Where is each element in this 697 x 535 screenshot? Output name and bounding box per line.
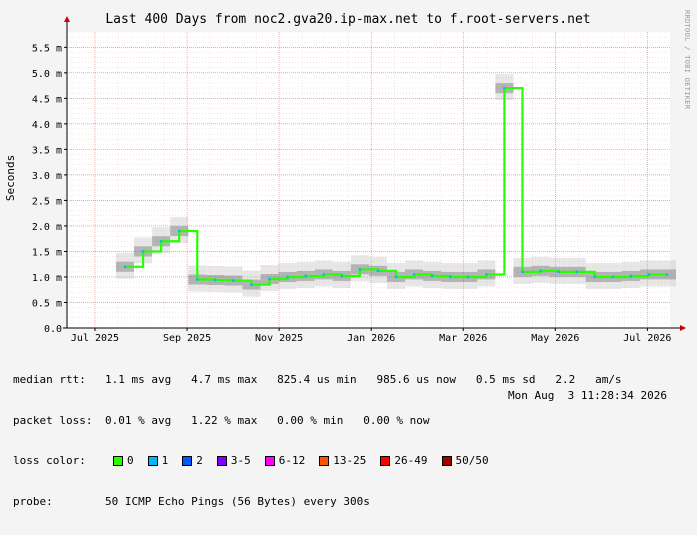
median-point [214, 278, 217, 282]
y-tick-label: 2.0 m [32, 222, 62, 233]
y-tick-labels: 0.0 0.5 m 1.0 m 1.5 m 2.0 m 2.5 m 3.0 m 3.5 m 4.… [32, 43, 67, 335]
latency-chart: Last 400 Days from noc2.gva20.ip-max.net… [4, 12, 686, 344]
median-rtt-row: median rtt: 1.1 ms avg 4.7 ms max 825.4 u… [13, 373, 622, 387]
median-point [485, 273, 488, 276]
y-axis-label: Seconds [4, 155, 17, 201]
median-point [557, 270, 560, 274]
loss-color-swatch [216, 455, 227, 466]
median-point [141, 250, 145, 253]
x-tick-label: Mar 2026 [439, 333, 487, 344]
loss-color-swatch [182, 455, 193, 466]
median-point [647, 273, 651, 276]
median-point [286, 275, 289, 279]
median-point [593, 275, 597, 279]
median-rtt-values: 1.1 ms avg 4.7 ms max 825.4 us min 985.6… [105, 373, 622, 386]
loss-color-swatch [319, 455, 330, 466]
loss-color-label: loss color: [13, 454, 86, 467]
loss-color-swatch-label: 0 [127, 454, 134, 467]
median-point [611, 275, 615, 279]
loss-color-swatch-label: 13-25 [333, 454, 367, 467]
median-point [665, 273, 669, 276]
rrdtool-watermark: RRDTOOL / TOBI OETIKER [683, 10, 691, 110]
median-point [304, 274, 307, 278]
loss-color-swatch [264, 455, 275, 466]
loss-color-row: loss color: 0 1 2 3-5 6-12 13-25 26-49 50/50 [13, 454, 622, 468]
loss-color-swatch [380, 455, 391, 466]
loss-color-swatch-label: 3-5 [230, 454, 251, 467]
y-tick-label: 1.0 m [32, 273, 62, 284]
y-tick-label: 3.0 m [32, 171, 62, 182]
y-tick-label: 5.0 m [32, 69, 62, 80]
median-point [430, 274, 434, 278]
y-axis-arrow [64, 16, 70, 22]
y-tick-label: 2.5 m [32, 196, 62, 207]
y-tick-label: 1.5 m [32, 247, 62, 258]
loss-color-swatch [113, 455, 123, 466]
y-tick-label: 5.5 m [32, 43, 62, 54]
x-axis-arrow [680, 325, 686, 331]
median-point [503, 86, 506, 90]
loss-color-swatch-label: 2 [196, 454, 203, 467]
packet-loss-label: packet loss: [13, 413, 93, 427]
packet-loss-row: packet loss: 0.01 % avg 1.22 % max 0.00 %… [13, 414, 622, 428]
loss-color-swatch [147, 455, 158, 466]
loss-color-swatch-label: 6-12 [278, 454, 306, 467]
smokeping-graph: Last 400 Days from noc2.gva20.ip-max.net… [0, 0, 697, 508]
probe-label: probe: [13, 494, 53, 508]
x-tick-label: Jul 2026 [623, 333, 671, 344]
loss-color-swatch-label: 26-49 [394, 454, 428, 467]
median-point [250, 283, 253, 286]
median-point [358, 268, 362, 271]
median-point [340, 274, 344, 278]
y-tick-label: 3.5 m [32, 145, 62, 156]
median-point [376, 269, 380, 273]
median-rtt-label: median rtt: [13, 373, 86, 386]
median-point [123, 265, 127, 269]
x-tick-label: Nov 2025 [255, 333, 303, 344]
median-point [177, 229, 181, 233]
x-tick-label: May 2026 [531, 333, 579, 344]
loss-color-swatch [441, 455, 452, 466]
median-point [412, 273, 416, 276]
x-tick-label: Jul 2025 [71, 333, 119, 344]
median-point [232, 279, 235, 282]
probe-row: probe: 50 ICMP Echo Pings (56 Bytes) ever… [13, 495, 622, 509]
x-tick-label: Sep 2025 [163, 333, 211, 344]
median-point [575, 270, 578, 274]
timestamp: Mon Aug 3 11:28:34 2026 [508, 389, 667, 402]
probe-values: 50 ICMP Echo Pings (56 Bytes) every 300s [105, 494, 370, 508]
median-point [322, 273, 326, 276]
loss-color-swatch-label: 50/50 [455, 454, 489, 467]
y-tick-label: 0.5 m [32, 298, 62, 309]
packet-loss-values: 0.01 % avg 1.22 % max 0.00 % min 0.00 % … [105, 413, 430, 427]
median-point [195, 278, 199, 281]
median-point [629, 274, 633, 278]
y-tick-label: 4.0 m [32, 120, 62, 131]
y-tick-label: 4.5 m [32, 94, 62, 105]
median-point [159, 239, 163, 243]
median-point [539, 269, 542, 273]
legend: median rtt: 1.1 ms avg 4.7 ms max 825.4 u… [13, 346, 622, 535]
x-tick-labels: Jul 2025 Sep 2025 Nov 2025 Jan 2026 Mar 2026… [71, 328, 671, 344]
median-point [521, 270, 524, 274]
chart-title: Last 400 Days from noc2.gva20.ip-max.net… [105, 12, 590, 27]
x-tick-label: Jan 2026 [347, 333, 395, 344]
median-point [448, 275, 452, 279]
median-point [268, 277, 271, 281]
median-point [394, 275, 398, 279]
loss-color-swatch-label: 1 [161, 454, 169, 467]
y-tick-label: 0.0 [44, 324, 62, 335]
median-point [466, 275, 470, 279]
